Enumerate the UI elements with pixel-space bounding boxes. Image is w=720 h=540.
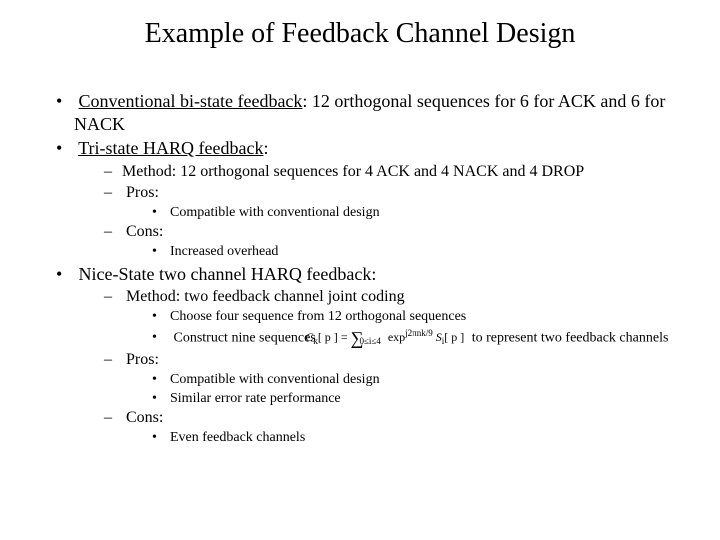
slide-title: Example of Feedback Channel Design bbox=[20, 18, 700, 50]
formula-lhs-p: [ p ] bbox=[318, 330, 338, 344]
pros-label: Pros: bbox=[126, 184, 159, 201]
nicestate-pros: Pros: Compatible with conventional desig… bbox=[104, 350, 700, 407]
cons-label-2: Cons: bbox=[126, 409, 163, 426]
nicestate-label: Nice-State two channel HARQ feedback bbox=[79, 264, 372, 284]
nicestate-pro-2: Similar error rate performance bbox=[152, 390, 700, 408]
formula-k: k bbox=[313, 336, 318, 346]
bullet-conventional: Conventional bi-state feedback: 12 ortho… bbox=[56, 90, 700, 135]
tristate-method: Method: 12 orthogonal sequences for 4 AC… bbox=[104, 162, 700, 182]
bullet-nicestate: Nice-State two channel HARQ feedback: Me… bbox=[56, 263, 700, 447]
bullet-list: Conventional bi-state feedback: 12 ortho… bbox=[20, 90, 700, 447]
formula-exponent: j2πnk/9 bbox=[405, 328, 433, 338]
cons-label: Cons: bbox=[126, 223, 163, 240]
nicestate-method-text: Method: two feedback channel joint codin… bbox=[126, 288, 405, 305]
formula-exp: exp bbox=[388, 330, 405, 344]
nicestate-cons-list: Even feedback channels bbox=[122, 429, 700, 447]
nicestate-pro-1: Compatible with conventional design bbox=[152, 371, 700, 389]
nicestate-method-2: Construct nine sequences Ck[ p ] = ∑0≤i≤… bbox=[152, 327, 700, 350]
conventional-label: Conventional bi-state feedback bbox=[79, 91, 303, 111]
tristate-pros: Pros: Compatible with conventional desig… bbox=[104, 183, 700, 222]
nicestate-method-list: Choose four sequence from 12 orthogonal … bbox=[122, 308, 700, 349]
formula-S-p: [ p ] bbox=[444, 330, 464, 344]
nicestate-pros-list: Compatible with conventional design Simi… bbox=[122, 371, 700, 407]
formula: Ck[ p ] = ∑0≤i≤4 expj2πnk/9 Si[ p ] bbox=[323, 327, 464, 350]
nicestate-method-1: Choose four sequence from 12 orthogonal … bbox=[152, 308, 700, 326]
tristate-pros-list: Compatible with conventional design bbox=[122, 204, 700, 222]
nicestate-colon: : bbox=[371, 264, 376, 284]
nicestate-cons: Cons: Even feedback channels bbox=[104, 408, 700, 447]
tristate-sublist: Method: 12 orthogonal sequences for 4 AC… bbox=[74, 162, 700, 261]
pros-label-2: Pros: bbox=[126, 351, 159, 368]
formula-eq: = bbox=[341, 330, 348, 344]
nicestate-sublist: Method: two feedback channel joint codin… bbox=[74, 287, 700, 447]
formula-i: i bbox=[442, 336, 445, 346]
nicestate-method-2-post: to represent two feedback channels bbox=[472, 330, 669, 345]
nicestate-con-1: Even feedback channels bbox=[152, 429, 700, 447]
formula-S: S bbox=[436, 330, 442, 344]
bullet-tristate: Tri-state HARQ feedback: Method: 12 orth… bbox=[56, 137, 700, 261]
nicestate-method: Method: two feedback channel joint codin… bbox=[104, 287, 700, 349]
formula-sum-lim: 0≤i≤4 bbox=[359, 336, 380, 346]
tristate-cons: Cons: Increased overhead bbox=[104, 222, 700, 261]
nicestate-method-2-pre: Construct nine sequences bbox=[174, 330, 316, 345]
tristate-pro-1: Compatible with conventional design bbox=[152, 204, 700, 222]
tristate-colon: : bbox=[263, 138, 268, 158]
tristate-con-1: Increased overhead bbox=[152, 243, 700, 261]
slide: Example of Feedback Channel Design Conve… bbox=[0, 0, 720, 459]
tristate-label: Tri-state HARQ feedback bbox=[78, 138, 263, 158]
tristate-cons-list: Increased overhead bbox=[122, 243, 700, 261]
